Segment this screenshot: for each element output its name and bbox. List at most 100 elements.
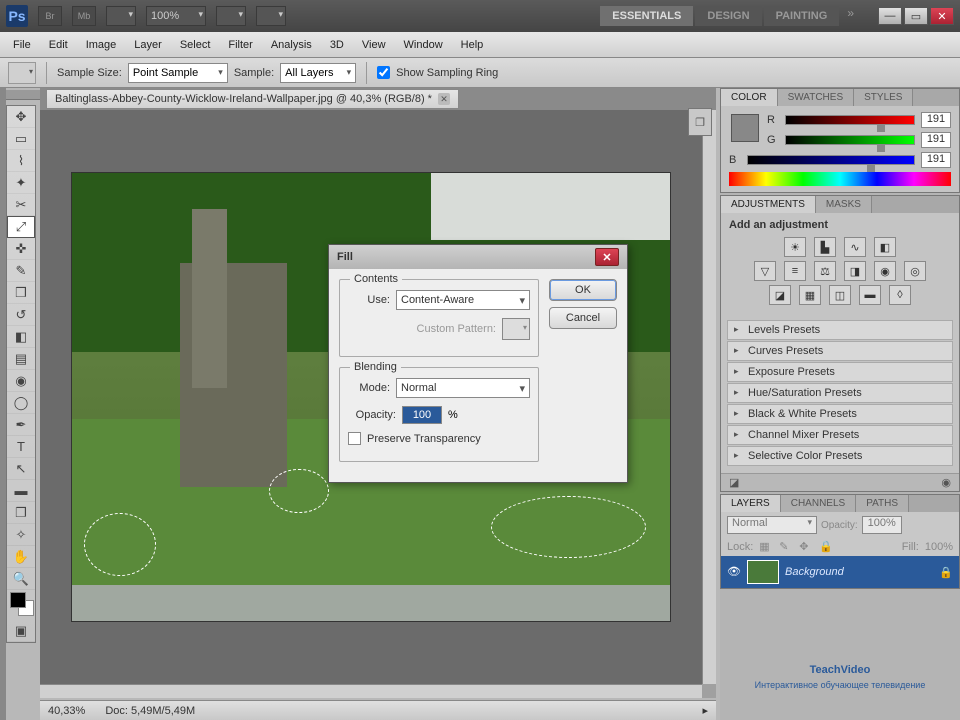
more-workspaces-icon[interactable]: »: [841, 6, 860, 26]
collapsed-panel-icon[interactable]: ❐: [688, 108, 712, 136]
threshold-adjust-icon[interactable]: ◫: [829, 285, 851, 305]
invert-adjust-icon[interactable]: ◪: [769, 285, 791, 305]
toolbox-dock-handle[interactable]: [0, 90, 40, 100]
marquee-tool-icon[interactable]: ▭: [7, 128, 35, 150]
tab-adjustments[interactable]: ADJUSTMENTS: [721, 196, 816, 213]
posterize-adjust-icon[interactable]: ▦: [799, 285, 821, 305]
brush-tool-icon[interactable]: ✎: [7, 260, 35, 282]
g-value-input[interactable]: 191: [921, 132, 951, 148]
b-value-input[interactable]: 191: [921, 152, 951, 168]
tab-swatches[interactable]: SWATCHES: [778, 89, 855, 106]
lock-position-icon[interactable]: ✥: [799, 540, 813, 554]
pen-tool-icon[interactable]: ✒: [7, 414, 35, 436]
crop-tool-icon[interactable]: ✂: [7, 194, 35, 216]
tab-color[interactable]: COLOR: [721, 89, 778, 106]
hue-adjust-icon[interactable]: ≡: [784, 261, 806, 281]
preset-hue-saturation[interactable]: Hue/Saturation Presets: [727, 383, 953, 403]
color-balance-adjust-icon[interactable]: ⚖: [814, 261, 836, 281]
foreground-color-swatch[interactable]: [10, 592, 26, 608]
preset-black-white[interactable]: Black & White Presets: [727, 404, 953, 424]
menu-3d[interactable]: 3D: [321, 35, 353, 55]
3d-tool-icon[interactable]: ❐: [7, 502, 35, 524]
view-extras-dropdown[interactable]: [256, 6, 286, 26]
lasso-tool-icon[interactable]: ⌇: [7, 150, 35, 172]
close-document-icon[interactable]: ✕: [438, 93, 450, 105]
workspace-painting[interactable]: PAINTING: [764, 6, 840, 26]
eraser-tool-icon[interactable]: ◧: [7, 326, 35, 348]
adjustment-layer-icon[interactable]: ◪: [729, 476, 739, 489]
r-slider[interactable]: [785, 115, 915, 125]
lock-pixels-icon[interactable]: ✎: [779, 540, 793, 554]
shape-tool-icon[interactable]: ▬: [7, 480, 35, 502]
dialog-close-button[interactable]: ✕: [595, 248, 619, 266]
history-brush-tool-icon[interactable]: ↺: [7, 304, 35, 326]
channel-mixer-adjust-icon[interactable]: ◎: [904, 261, 926, 281]
zoom-level-dropdown[interactable]: 100%: [146, 6, 206, 26]
curves-adjust-icon[interactable]: ∿: [844, 237, 866, 257]
menu-layer[interactable]: Layer: [125, 35, 171, 55]
menu-help[interactable]: Help: [452, 35, 493, 55]
path-select-tool-icon[interactable]: ↖: [7, 458, 35, 480]
tab-layers[interactable]: LAYERS: [721, 495, 781, 512]
brightness-adjust-icon[interactable]: ☀: [784, 237, 806, 257]
menu-analysis[interactable]: Analysis: [262, 35, 321, 55]
selective-color-adjust-icon[interactable]: ◊: [889, 285, 911, 305]
color-swatches[interactable]: [7, 590, 35, 620]
cancel-button[interactable]: Cancel: [549, 307, 617, 329]
arrange-documents-dropdown[interactable]: [106, 6, 136, 26]
menu-filter[interactable]: Filter: [219, 35, 261, 55]
vibrance-adjust-icon[interactable]: ▽: [754, 261, 776, 281]
tab-channels[interactable]: CHANNELS: [781, 495, 856, 512]
menu-window[interactable]: Window: [395, 35, 452, 55]
healing-brush-tool-icon[interactable]: ✜: [7, 238, 35, 260]
zoom-tool-icon[interactable]: 🔍: [7, 568, 35, 590]
dialog-titlebar[interactable]: Fill ✕: [329, 245, 627, 269]
close-button[interactable]: ✕: [930, 7, 954, 25]
photo-filter-adjust-icon[interactable]: ◉: [874, 261, 896, 281]
gradient-map-adjust-icon[interactable]: ▬: [859, 285, 881, 305]
foreground-background-preview[interactable]: [731, 114, 759, 142]
mode-dropdown[interactable]: Normal: [396, 378, 530, 398]
color-spectrum-bar[interactable]: [729, 172, 951, 186]
hand-tool-icon[interactable]: ✋: [7, 546, 35, 568]
move-tool-icon[interactable]: ✥: [7, 106, 35, 128]
preserve-transparency-checkbox[interactable]: [348, 432, 361, 445]
status-doc-size[interactable]: Doc: 5,49M/5,49M: [105, 705, 195, 717]
3d-camera-tool-icon[interactable]: ✧: [7, 524, 35, 546]
preset-channel-mixer[interactable]: Channel Mixer Presets: [727, 425, 953, 445]
tab-paths[interactable]: PATHS: [856, 495, 909, 512]
g-slider[interactable]: [785, 135, 915, 145]
menu-file[interactable]: File: [4, 35, 40, 55]
preset-levels[interactable]: Levels Presets: [727, 320, 953, 340]
dodge-tool-icon[interactable]: ◯: [7, 392, 35, 414]
sample-layers-dropdown[interactable]: All Layers: [280, 63, 356, 83]
current-tool-eyedropper-icon[interactable]: [8, 62, 36, 84]
minibridge-icon[interactable]: Mb: [72, 6, 96, 26]
r-value-input[interactable]: 191: [921, 112, 951, 128]
menu-edit[interactable]: Edit: [40, 35, 77, 55]
show-sampling-ring-checkbox[interactable]: [377, 66, 390, 79]
exposure-adjust-icon[interactable]: ◧: [874, 237, 896, 257]
type-tool-icon[interactable]: T: [7, 436, 35, 458]
tab-styles[interactable]: STYLES: [854, 89, 913, 106]
blend-mode-dropdown[interactable]: Normal: [727, 516, 817, 534]
preset-curves[interactable]: Curves Presets: [727, 341, 953, 361]
layer-row-background[interactable]: 👁 Background 🔒: [721, 556, 959, 588]
gradient-tool-icon[interactable]: ▤: [7, 348, 35, 370]
screen-mode-dropdown[interactable]: [216, 6, 246, 26]
lock-all-icon[interactable]: 🔒: [819, 540, 833, 554]
lock-transparency-icon[interactable]: ▦: [759, 540, 773, 554]
minimize-button[interactable]: —: [878, 7, 902, 25]
menu-image[interactable]: Image: [77, 35, 126, 55]
ok-button[interactable]: OK: [549, 279, 617, 301]
blur-tool-icon[interactable]: ◉: [7, 370, 35, 392]
menu-view[interactable]: View: [353, 35, 395, 55]
layer-thumbnail[interactable]: [747, 560, 779, 584]
clone-stamp-tool-icon[interactable]: ❒: [7, 282, 35, 304]
eyedropper-tool-icon[interactable]: ⤢: [7, 216, 35, 238]
workspace-essentials[interactable]: ESSENTIALS: [600, 6, 693, 26]
levels-adjust-icon[interactable]: ▙: [814, 237, 836, 257]
quick-select-tool-icon[interactable]: ✦: [7, 172, 35, 194]
dialog-opacity-input[interactable]: [402, 406, 442, 424]
bw-adjust-icon[interactable]: ◨: [844, 261, 866, 281]
